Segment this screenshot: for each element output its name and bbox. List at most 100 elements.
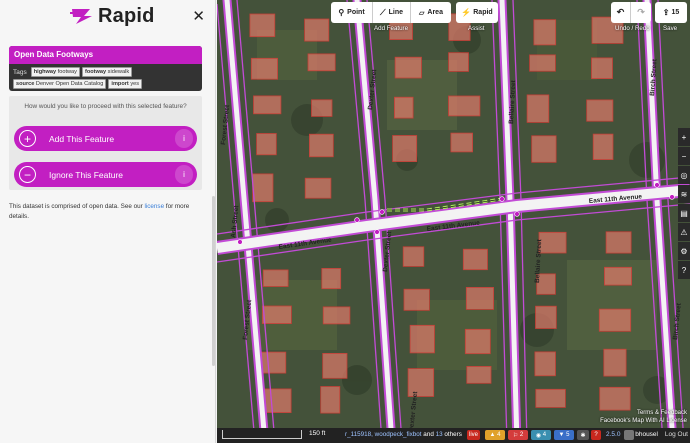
building-footprint[interactable] bbox=[304, 177, 332, 199]
sidebar-scrollbar[interactable] bbox=[212, 196, 215, 366]
building-footprint[interactable] bbox=[605, 231, 632, 254]
username-link[interactable]: bhousel bbox=[635, 431, 658, 438]
building-footprint[interactable] bbox=[591, 57, 613, 80]
building-footprint[interactable] bbox=[256, 133, 277, 156]
feature-title: Open Data Footways bbox=[9, 46, 202, 64]
issues-b-badge[interactable]: ▼ 5 bbox=[554, 430, 574, 440]
undo-button[interactable]: ↶ bbox=[611, 2, 631, 23]
building-footprint[interactable] bbox=[526, 94, 550, 123]
building-footprint[interactable] bbox=[586, 99, 614, 122]
help-icon[interactable]: ? bbox=[678, 261, 690, 279]
building-footprint[interactable] bbox=[534, 351, 556, 377]
building-footprint[interactable] bbox=[402, 246, 425, 267]
issues-a-badge[interactable]: ◉ 4 bbox=[531, 430, 551, 440]
building-footprint[interactable] bbox=[592, 133, 614, 161]
building-footprint[interactable] bbox=[392, 135, 418, 163]
building-footprint[interactable] bbox=[304, 18, 330, 42]
building-footprint[interactable] bbox=[262, 388, 292, 413]
building-footprint[interactable] bbox=[307, 53, 336, 72]
ignore-feature-button[interactable]: − Ignore This Feature i bbox=[14, 162, 197, 187]
logout-link[interactable]: Log Out bbox=[665, 431, 688, 438]
warnings-count: 4 bbox=[497, 432, 501, 438]
building-footprint[interactable] bbox=[320, 386, 341, 414]
building-footprint[interactable] bbox=[311, 99, 333, 117]
building-footprint[interactable] bbox=[531, 135, 557, 163]
building-footprint[interactable] bbox=[598, 308, 632, 332]
building-footprint[interactable] bbox=[535, 305, 557, 329]
building-footprint[interactable] bbox=[450, 132, 473, 153]
add-line-button[interactable]: ⟋ Line bbox=[373, 2, 411, 23]
building-footprint[interactable] bbox=[466, 365, 492, 384]
save-button[interactable]: ⇪ 15 bbox=[655, 2, 687, 23]
building-footprint[interactable] bbox=[322, 352, 348, 379]
save-icon: ⇪ bbox=[662, 8, 670, 17]
area-icon: ▱ bbox=[419, 9, 425, 17]
tag-key: import bbox=[111, 81, 129, 87]
building-footprint[interactable] bbox=[464, 328, 491, 355]
action-panel: How would you like to proceed with this … bbox=[9, 96, 202, 190]
action-prompt: How would you like to proceed with this … bbox=[24, 103, 187, 110]
filter-icon: ▼ bbox=[558, 432, 565, 438]
error-icon: ⚐ bbox=[512, 432, 519, 439]
info-icon[interactable]: i bbox=[175, 129, 193, 148]
building-footprint[interactable] bbox=[253, 95, 282, 115]
contributors-names[interactable]: r_115918, woodpeck_fixbot bbox=[345, 431, 422, 438]
issues-b-count: 5 bbox=[566, 432, 570, 438]
info-icon[interactable]: i bbox=[175, 165, 193, 184]
map-data-icon[interactable]: ▤ bbox=[678, 204, 690, 222]
sidebar: Rapid ✕ Open Data Footways Tags highway … bbox=[0, 0, 216, 443]
building-footprint[interactable] bbox=[535, 388, 566, 408]
building-footprint[interactable] bbox=[448, 95, 481, 117]
building-footprint[interactable] bbox=[262, 269, 289, 287]
help-badge-icon[interactable]: ? bbox=[591, 430, 601, 440]
building-footprint[interactable] bbox=[462, 248, 488, 271]
building-footprint[interactable] bbox=[321, 267, 342, 290]
building-footprint[interactable] bbox=[261, 305, 292, 325]
preferences-icon[interactable]: ⚙ bbox=[678, 242, 690, 260]
background-layers-icon[interactable]: ≋ bbox=[678, 185, 690, 203]
building-footprint[interactable] bbox=[252, 173, 274, 203]
building-footprint[interactable] bbox=[465, 286, 495, 310]
building-footprint[interactable] bbox=[533, 19, 557, 46]
attribution-license[interactable]: Facebook's Map With AI License bbox=[600, 418, 687, 424]
bugs-icon[interactable]: ✱ bbox=[577, 430, 589, 440]
zoom-in-icon[interactable]: + bbox=[678, 128, 690, 146]
issues-icon[interactable]: ⚠ bbox=[678, 223, 690, 241]
errors-count: 2 bbox=[519, 432, 524, 438]
license-link[interactable]: license bbox=[144, 203, 164, 210]
add-area-button[interactable]: ▱ Area bbox=[411, 2, 451, 23]
map-canvas[interactable]: East 11th Avenue East 11th Avenue East 1… bbox=[217, 0, 690, 443]
contributors-others: others bbox=[442, 431, 462, 438]
building-footprint[interactable] bbox=[599, 386, 631, 411]
geolocate-icon[interactable]: ◎ bbox=[678, 166, 690, 184]
building-footprint[interactable] bbox=[309, 133, 334, 158]
redo-button[interactable]: ↷ bbox=[631, 2, 651, 23]
building-footprint[interactable] bbox=[260, 351, 287, 374]
tag-value: yes bbox=[130, 81, 140, 87]
building-footprint[interactable] bbox=[394, 56, 422, 79]
building-footprint[interactable] bbox=[393, 96, 414, 119]
contributors-count[interactable]: 13 bbox=[436, 431, 443, 438]
add-feature-caption: Add Feature bbox=[374, 25, 409, 32]
warnings-badge[interactable]: ▲ 4 bbox=[485, 430, 505, 440]
building-footprint[interactable] bbox=[249, 13, 276, 38]
building-footprint[interactable] bbox=[403, 288, 430, 311]
building-footprint[interactable] bbox=[529, 54, 556, 72]
rapid-assist-button[interactable]: ⚡ Rapid bbox=[456, 2, 498, 23]
building-footprint[interactable] bbox=[322, 306, 351, 325]
building-footprint[interactable] bbox=[409, 324, 435, 354]
building-footprint[interactable] bbox=[250, 57, 278, 80]
close-icon[interactable]: ✕ bbox=[192, 8, 205, 26]
building-footprint[interactable] bbox=[448, 52, 469, 72]
add-feature-button[interactable]: + Add This Feature i bbox=[14, 126, 197, 151]
errors-badge[interactable]: ⚐ 2 bbox=[508, 430, 528, 440]
attribution-terms[interactable]: Terms & Feedback bbox=[637, 410, 687, 416]
warning-icon: ▲ bbox=[489, 432, 496, 438]
building-footprint[interactable] bbox=[603, 348, 627, 377]
map-controls: + − ◎ ≋ ▤ ⚠ ⚙ ? bbox=[678, 128, 690, 279]
building-footprint[interactable] bbox=[603, 266, 632, 286]
add-point-button[interactable]: ⚲ Point bbox=[331, 2, 373, 23]
undo-icon: ↶ bbox=[616, 7, 625, 17]
avatar bbox=[624, 430, 634, 440]
zoom-out-icon[interactable]: − bbox=[678, 147, 690, 165]
